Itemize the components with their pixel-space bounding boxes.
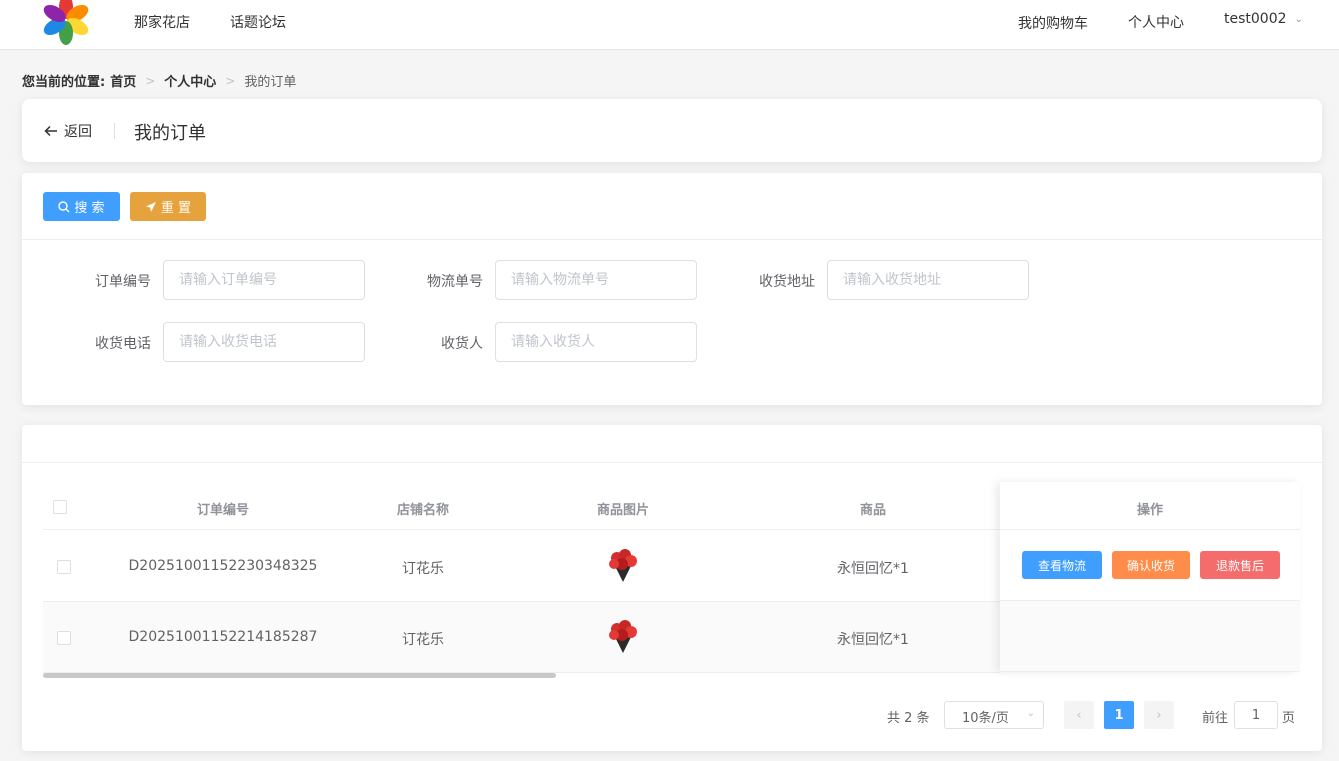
prev-page-button[interactable]: ‹ (1064, 701, 1094, 729)
column-header: 商品图片 (596, 503, 650, 518)
table-row: D20251001152230348325 订花乐 永恒回忆*1 (43, 531, 1000, 602)
recipient-label: 收货人 (441, 336, 483, 352)
reset-button-label: 重 置 (160, 201, 192, 216)
tracking-no-input[interactable] (495, 260, 697, 300)
arrow-left-icon (44, 125, 57, 137)
breadcrumb-personal-center[interactable]: 个人中心 (164, 71, 216, 90)
search-panel: 搜 索 重 置 订单编号 物流单号 收货地址 收货电话 收货人 (22, 173, 1322, 405)
nav-cart[interactable]: 我的购物车 (1018, 13, 1088, 33)
row-checkbox[interactable] (57, 631, 71, 645)
address-input[interactable] (827, 260, 1029, 300)
column-header: 订单编号 (196, 503, 250, 518)
actions-column: 操作 查看物流 确认收货 退款售后 (1000, 482, 1300, 672)
page-title: 我的订单 (134, 123, 206, 144)
breadcrumb-label: 您当前的位置: (22, 75, 106, 90)
product-image[interactable] (603, 615, 643, 655)
actions-cell: 查看物流 确认收货 退款售后 (1000, 530, 1300, 601)
goto-label: 前往 (1202, 711, 1229, 726)
column-header: 店铺名称 (396, 503, 450, 518)
order-no-cell: D20251001152214185287 (128, 629, 318, 645)
confirm-receipt-button[interactable]: 确认收货 (1112, 551, 1190, 579)
goto-page-input[interactable] (1234, 701, 1278, 729)
search-icon (58, 200, 70, 212)
chevron-down-icon: ⌄ (1294, 13, 1303, 25)
nav-forum[interactable]: 话题论坛 (230, 12, 286, 32)
chevron-right-icon: › (1156, 707, 1162, 723)
shop-cell: 订花乐 (402, 561, 444, 577)
back-label: 返回 (64, 124, 92, 140)
nav-personal-center[interactable]: 个人中心 (1128, 12, 1184, 32)
divider (22, 239, 1322, 240)
breadcrumb-home[interactable]: 首页 (110, 71, 136, 90)
page-number[interactable]: 1 (1104, 701, 1134, 729)
order-no-label: 订单编号 (95, 274, 151, 290)
table-header: 订单编号 店铺名称 商品图片 商品 (43, 482, 1000, 530)
page-size-select[interactable]: 10条/页 ⌄ (944, 701, 1044, 729)
product-image[interactable] (603, 544, 643, 584)
table-row: D20251001152214185287 订花乐 永恒回忆*1 (43, 602, 1000, 673)
column-header: 商品 (859, 503, 887, 518)
goto-unit: 页 (1282, 711, 1296, 726)
actions-cell (1000, 601, 1300, 672)
order-no-input[interactable] (163, 260, 365, 300)
reset-button[interactable]: 重 置 (130, 192, 206, 221)
page-size-value: 10条/页 (962, 711, 1009, 726)
select-all-checkbox[interactable] (53, 500, 67, 514)
user-menu[interactable]: test0002 ⌄ (1224, 11, 1303, 27)
search-button-label: 搜 索 (74, 201, 105, 216)
shop-cell: 订花乐 (402, 632, 444, 648)
column-header: 操作 (1000, 482, 1300, 530)
chevron-left-icon: ‹ (1076, 707, 1082, 723)
search-button[interactable]: 搜 索 (43, 192, 120, 221)
top-navbar: 那家花店 话题论坛 我的购物车 个人中心 test0002 ⌄ (0, 0, 1339, 50)
chevron-down-icon: ⌄ (1026, 708, 1035, 719)
send-icon (145, 201, 156, 212)
horizontal-scrollbar[interactable] (43, 673, 556, 678)
pagination-total: 共 2 条 (887, 711, 930, 726)
logo-icon[interactable] (40, 0, 92, 46)
chevron-right-icon: > (225, 73, 236, 88)
next-page-button[interactable]: › (1144, 701, 1174, 729)
recipient-input[interactable] (495, 322, 697, 362)
row-checkbox[interactable] (57, 560, 71, 574)
address-label: 收货地址 (759, 274, 815, 290)
nav-flower-shop[interactable]: 那家花店 (134, 12, 190, 32)
phone-input[interactable] (163, 322, 365, 362)
tracking-no-label: 物流单号 (427, 274, 483, 290)
view-logistics-button[interactable]: 查看物流 (1022, 551, 1102, 579)
username: test0002 (1224, 11, 1287, 27)
breadcrumb-current: 我的订单 (244, 75, 297, 90)
page-header: 返回 我的订单 (22, 99, 1322, 162)
chevron-right-icon: > (145, 73, 156, 88)
phone-label: 收货电话 (95, 336, 151, 352)
divider (22, 462, 1322, 463)
refund-button[interactable]: 退款售后 (1200, 551, 1280, 579)
product-cell: 永恒回忆*1 (837, 561, 909, 577)
back-button[interactable]: 返回 (44, 121, 92, 141)
divider (114, 123, 115, 139)
order-no-cell: D20251001152230348325 (128, 558, 318, 574)
product-cell: 永恒回忆*1 (837, 632, 909, 648)
breadcrumb: 您当前的位置: 首页 > 个人中心 > 我的订单 (22, 71, 297, 91)
